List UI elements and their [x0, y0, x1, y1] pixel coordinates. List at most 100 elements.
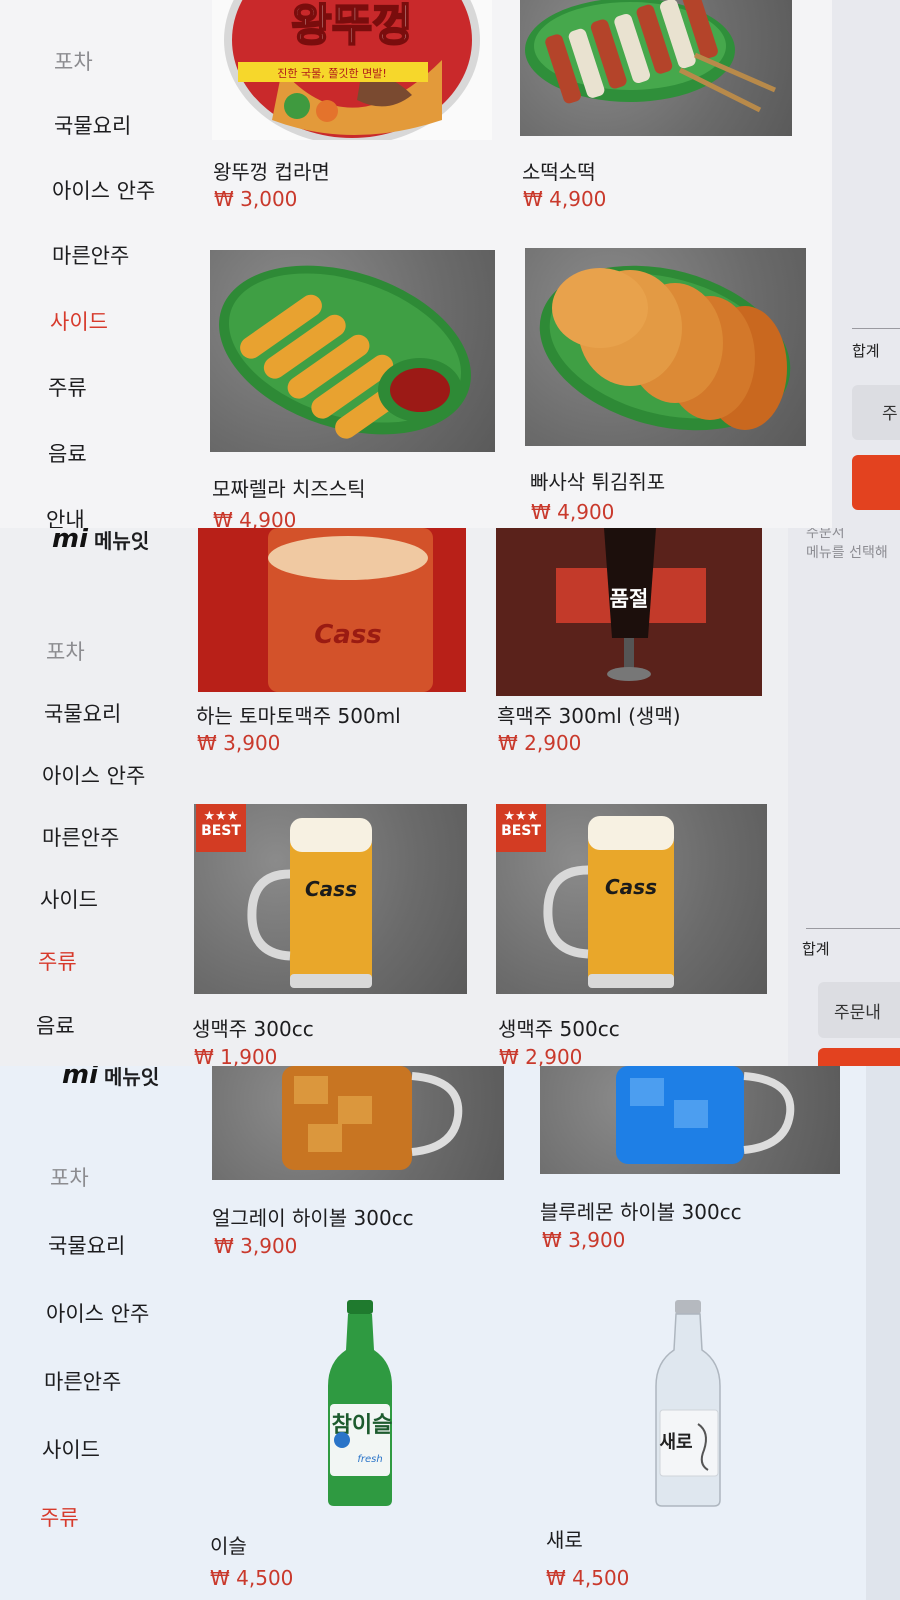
menu-item-image[interactable]: Cass ★★★ BEST	[496, 804, 767, 994]
nav-item-side[interactable]: 사이드	[50, 306, 108, 336]
cart-hint: 메뉴를 선택해	[806, 545, 888, 561]
item-name: 새로	[546, 1528, 583, 1552]
menu-item-image[interactable]	[540, 1066, 840, 1174]
nav-item-beverage[interactable]: 음료	[36, 1010, 75, 1040]
nav-item-soup[interactable]: 국물요리	[48, 1230, 125, 1260]
divider	[806, 928, 900, 929]
nav-item-liquor[interactable]: 주류	[48, 372, 87, 402]
blue-lemon-highball-image	[616, 1066, 795, 1164]
item-price: ₩ 3,900	[197, 731, 281, 755]
badge-stars: ★★★	[503, 809, 539, 824]
menu-screen-liquor: mi 메뉴잇 포차 국물요리 아이스 안주 마른안주 사이드 주류 음료 Cas…	[0, 528, 900, 1066]
cup-ramen-image: 진한 국물, 쫄깃한 면발! 왕뚜껑	[224, 0, 480, 140]
nav-item-side[interactable]: 사이드	[40, 884, 98, 914]
menu-item-image[interactable]	[520, 0, 792, 136]
svg-text:Cass: Cass	[605, 875, 657, 899]
svg-text:진한 국물, 쫄깃한 면발!: 진한 국물, 쫄깃한 면발!	[277, 67, 386, 80]
nav-item-pocha[interactable]: 포차	[46, 636, 85, 666]
cart-pane: 합계 주	[832, 0, 900, 528]
nav-item-soup[interactable]: 국물요리	[54, 110, 131, 140]
fried-jwipo-image	[539, 265, 791, 431]
svg-text:Cass: Cass	[314, 620, 382, 650]
nav-item-ice-snacks[interactable]: 아이스 안주	[42, 760, 145, 790]
brand-logo: mi 메뉴잇	[62, 1066, 159, 1090]
nav-item-pocha[interactable]: 포차	[54, 46, 93, 76]
item-price: ₩ 4,500	[210, 1566, 294, 1590]
item-price: ₩ 4,900	[531, 500, 615, 524]
nav-item-dry-snacks[interactable]: 마른안주	[42, 822, 119, 852]
sotteok-image	[525, 0, 777, 113]
item-name: 모짜렐라 치즈스틱	[212, 477, 366, 501]
menu-item-image[interactable]: 품절	[496, 528, 762, 696]
brand-name: 메뉴잇	[104, 1066, 160, 1089]
order-sheet-button[interactable]: 주	[852, 385, 900, 440]
nav-item-ice-snacks[interactable]: 아이스 안주	[46, 1298, 149, 1328]
item-price: ₩ 1,900	[194, 1045, 278, 1066]
cart-sum-label: 합계	[802, 940, 830, 958]
badge-stars: ★★★	[203, 809, 239, 824]
item-price: ₩ 3,900	[214, 1234, 298, 1258]
divider	[852, 328, 900, 329]
nav-item-liquor[interactable]: 주류	[38, 946, 77, 976]
item-name: 얼그레이 하이볼 300cc	[212, 1206, 414, 1230]
logo-mark: mi	[52, 528, 89, 554]
nav-item-pocha[interactable]: 포차	[50, 1162, 89, 1192]
menu-item-image[interactable]: Cass ★★★ BEST	[194, 804, 467, 994]
order-button-label: 주문내	[834, 1003, 881, 1023]
item-name: 생맥주 500cc	[498, 1017, 620, 1041]
item-price: ₩ 3,900	[542, 1228, 626, 1252]
item-price: ₩ 2,900	[499, 1045, 583, 1066]
earl-grey-highball-image	[282, 1066, 463, 1170]
item-price: ₩ 2,900	[498, 731, 582, 755]
nav-item-info[interactable]: 안내	[46, 504, 85, 528]
svg-text:Cass: Cass	[305, 877, 357, 901]
item-name: 이슬	[210, 1534, 247, 1558]
sold-out-overlay: 품절	[609, 587, 649, 611]
order-sheet-button[interactable]: 주문내	[818, 982, 900, 1038]
cheese-stick-image	[219, 265, 471, 439]
cart-sum-label: 합계	[852, 342, 880, 360]
brand-name: 메뉴잇	[94, 528, 150, 553]
menu-item-image[interactable]	[212, 1066, 504, 1180]
badge-label: BEST	[201, 823, 241, 839]
menu-item-image[interactable]: 참이슬 fresh	[300, 1300, 420, 1508]
menu-item-image[interactable]	[210, 250, 495, 452]
best-badge: ★★★ BEST	[196, 804, 246, 852]
item-price: ₩ 3,000	[214, 187, 298, 211]
menu-item-image[interactable]	[525, 248, 806, 446]
svg-text:왕뚜껑: 왕뚜껑	[291, 0, 412, 51]
order-button[interactable]	[852, 455, 900, 510]
nav-item-dry-snacks[interactable]: 마른안주	[52, 240, 129, 270]
nav-item-side[interactable]: 사이드	[42, 1434, 100, 1464]
order-sheet-header: 주문서	[806, 528, 845, 541]
chamisul-bottle-image: 참이슬 fresh	[328, 1300, 392, 1506]
item-name: 흑맥주 300ml (생맥)	[497, 704, 681, 728]
item-name: 소떡소떡	[522, 160, 596, 184]
item-name: 하는 토마토맥주 500ml	[196, 704, 401, 728]
nav-item-beverage[interactable]: 음료	[48, 438, 87, 468]
nav-item-dry-snacks[interactable]: 마른안주	[44, 1366, 121, 1396]
menu-item-image[interactable]: 새로	[628, 1300, 748, 1508]
item-name: 빠사삭 튀김쥐포	[530, 470, 666, 494]
cart-pane: 주문서 메뉴를 선택해 합계 주문내	[788, 528, 900, 1066]
menu-item-image[interactable]: Cass	[198, 528, 466, 692]
logo-mark: mi	[62, 1066, 99, 1090]
nav-item-liquor[interactable]: 주류	[40, 1502, 79, 1532]
item-name: 블루레몬 하이볼 300cc	[540, 1200, 742, 1224]
menu-screen-liquor-2: mi 메뉴잇 포차 국물요리 아이스 안주 마른안주 사이드 주류 얼그레이 하…	[0, 1066, 900, 1600]
menu-item-image[interactable]: 진한 국물, 쫄깃한 면발! 왕뚜껑	[212, 0, 492, 140]
item-name: 왕뚜껑 컵라면	[213, 160, 330, 184]
cart-pane	[866, 1066, 900, 1600]
nav-item-soup[interactable]: 국물요리	[44, 698, 121, 728]
tomato-beer-image: Cass	[198, 528, 466, 692]
best-badge: ★★★ BEST	[496, 804, 546, 852]
brand-logo: mi 메뉴잇	[52, 528, 149, 554]
svg-text:새로: 새로	[659, 1432, 692, 1453]
saero-bottle-image: 새로	[655, 1300, 721, 1507]
item-price: ₩ 4,900	[213, 508, 297, 528]
nav-item-ice-snacks[interactable]: 아이스 안주	[52, 175, 155, 205]
order-button-label: 주	[882, 404, 898, 424]
order-button[interactable]	[818, 1048, 900, 1066]
badge-label: BEST	[501, 823, 541, 839]
menu-screen-side: 포차 국물요리 아이스 안주 마른안주 사이드 주류 음료 안내 진한 국물, …	[0, 0, 900, 528]
